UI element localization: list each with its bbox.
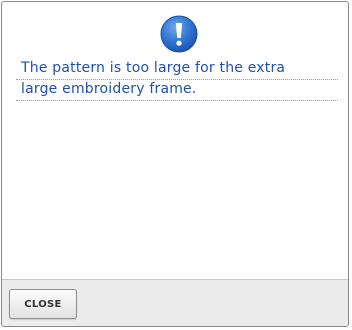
dialog-footer: CLOSE xyxy=(2,279,348,326)
exclamation-icon xyxy=(160,15,198,53)
alert-message: The pattern is too large for the extra l… xyxy=(16,59,338,101)
message-line-2: large embroidery frame. xyxy=(16,80,338,101)
alert-dialog: The pattern is too large for the extra l… xyxy=(1,1,349,327)
close-button[interactable]: CLOSE xyxy=(9,289,77,319)
message-line-1: The pattern is too large for the extra xyxy=(16,59,338,80)
